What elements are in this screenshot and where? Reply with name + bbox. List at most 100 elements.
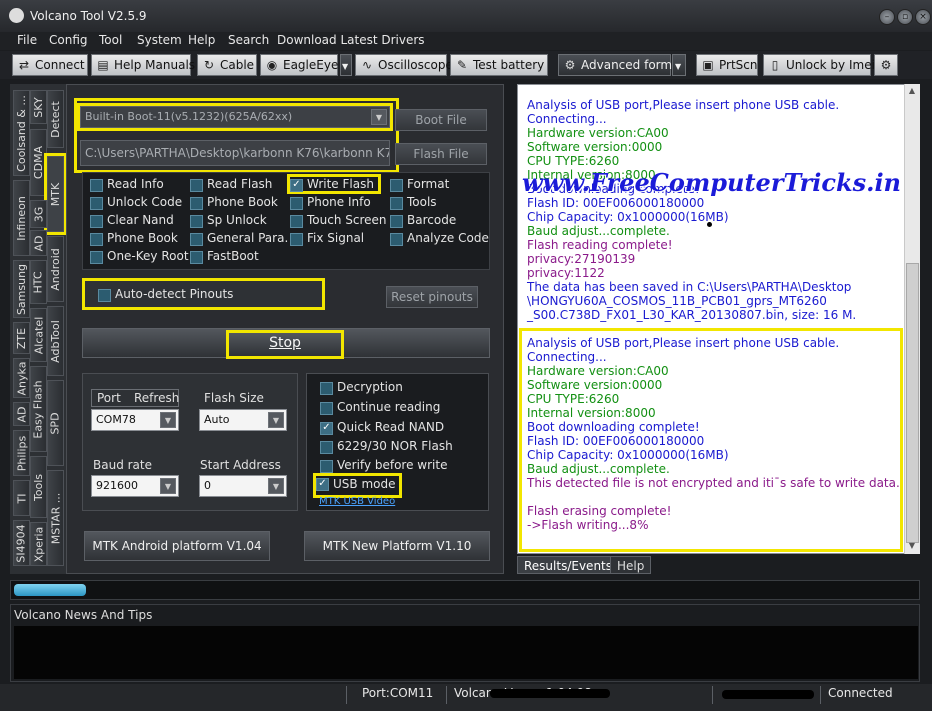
quick-read-nand-checkbox[interactable]: Quick Read NAND	[320, 420, 444, 435]
read-flash-checkbox[interactable]: Read Flash	[190, 177, 272, 192]
tab-easy-flash[interactable]: Easy Flash	[30, 366, 47, 452]
advanced-form-dropdown-button[interactable]: ▼	[672, 54, 686, 76]
port-select[interactable]: COM78 ▼	[91, 409, 179, 431]
tab-ti[interactable]: TI	[13, 480, 30, 516]
log-line: Baud adjust...complete.	[527, 462, 670, 476]
tab-alcatel[interactable]: Alcatel	[30, 308, 47, 362]
barcode-checkbox[interactable]: Barcode	[390, 213, 456, 228]
continue-reading-checkbox[interactable]: Continue reading	[320, 400, 440, 415]
mtk-android-platform-button[interactable]: MTK Android platform V1.04	[84, 531, 270, 561]
phone-book-checkbox[interactable]: Phone Book	[190, 195, 278, 210]
tab-mtk[interactable]: MTK	[44, 153, 67, 235]
advanced-form-button[interactable]: ⚙ Advanced form	[558, 54, 672, 76]
general-para-checkbox[interactable]: General Para.	[190, 231, 288, 246]
tab-detect[interactable]: Detect	[47, 90, 64, 148]
help-manuals-button[interactable]: ▤ Help Manuals	[91, 54, 195, 76]
tab-spd[interactable]: SPD	[47, 380, 64, 466]
menu-help[interactable]: Help	[188, 33, 215, 47]
connect-button[interactable]: ⇄ Connect	[12, 54, 88, 76]
log-line: Chip Capacity: 0x1000000(16MB)	[527, 448, 729, 462]
start-address-label: Start Address	[200, 458, 281, 472]
tab-mstar[interactable]: MSTAR ...	[47, 470, 64, 566]
tab-htc[interactable]: HTC	[30, 260, 47, 304]
tab-philips[interactable]: Philips	[13, 430, 30, 476]
settings-button[interactable]: ⚙	[874, 54, 898, 76]
tab-infineon[interactable]: Infineon	[13, 180, 30, 256]
chevron-down-icon: ▼	[268, 478, 284, 494]
boot-file-button[interactable]: Boot File	[395, 109, 487, 131]
touch-screen-checkbox[interactable]: Touch Screen	[290, 213, 387, 228]
log-line: Analysis of USB port,Please insert phone…	[527, 336, 840, 350]
tab-help[interactable]: Help	[610, 556, 652, 574]
format-checkbox[interactable]: Format	[390, 177, 449, 192]
scroll-up-icon[interactable]: ▲	[905, 86, 919, 98]
flash-file-path-input[interactable]: C:\Users\PARTHA\Desktop\karbonn K76\karb…	[80, 140, 390, 166]
decryption-checkbox[interactable]: Decryption	[320, 380, 403, 395]
tab-si4904[interactable]: SI4904	[13, 520, 30, 566]
fastboot-checkbox[interactable]: FastBoot	[190, 249, 259, 264]
tab-cdma[interactable]: CDMA	[30, 129, 47, 196]
tab-tools[interactable]: Tools	[30, 456, 47, 518]
auto-detect-pinouts-checkbox[interactable]: Auto-detect Pinouts	[98, 287, 233, 302]
usb-mode-checkbox[interactable]: USB mode	[312, 473, 403, 498]
menu-file[interactable]: File	[17, 33, 37, 47]
eagleeye-dropdown-button[interactable]: ▼	[340, 54, 352, 76]
clear-nand-checkbox[interactable]: Clear Nand	[90, 213, 174, 228]
tab-coolsand[interactable]: Coolsand & ...	[13, 90, 30, 176]
test-battery-button[interactable]: ✎ Test battery	[450, 54, 548, 76]
tab-3g[interactable]: 3G	[30, 200, 47, 228]
flash-file-button[interactable]: Flash File	[395, 143, 487, 165]
menu-bar: File Config Tool System Help Search Down…	[0, 32, 932, 50]
unlock-code-checkbox[interactable]: Unlock Code	[90, 195, 182, 210]
baud-rate-select[interactable]: 921600 ▼	[91, 475, 179, 497]
tab-sky[interactable]: SKY	[30, 90, 47, 124]
tab-xperia[interactable]: Xperia	[30, 522, 47, 566]
boot-select[interactable]: Built-in Boot-11(v5.1232)(625A/62xx) ▼	[77, 103, 393, 131]
analyze-code-checkbox[interactable]: Analyze Code	[390, 231, 489, 246]
tools-checkbox[interactable]: Tools	[390, 195, 437, 210]
phone-info-checkbox[interactable]: Phone Info	[290, 195, 371, 210]
refresh-button[interactable]: Refresh	[134, 391, 179, 405]
flash-size-select[interactable]: Auto ▼	[199, 409, 287, 431]
menu-tool[interactable]: Tool	[99, 33, 122, 47]
log-line: Chip Capacity: 0x1000000(16MB)	[527, 210, 729, 224]
tab-ad-2[interactable]: AD	[13, 402, 30, 426]
tab-samsung[interactable]: Samsung	[13, 260, 30, 318]
unlock-by-imei-button[interactable]: ▯ Unlock by Imei	[763, 54, 875, 76]
sp-unlock-checkbox[interactable]: Sp Unlock	[190, 213, 267, 228]
verify-before-write-checkbox[interactable]: Verify before write	[320, 458, 447, 473]
scroll-down-icon[interactable]: ▼	[905, 541, 919, 553]
fix-signal-checkbox[interactable]: Fix Signal	[290, 231, 364, 246]
maximize-button[interactable]: ▫	[897, 9, 913, 25]
nor-flash-checkbox[interactable]: 6229/30 NOR Flash	[320, 439, 453, 454]
menu-system[interactable]: System	[137, 33, 182, 47]
tab-anyka[interactable]: Anyka	[13, 358, 30, 398]
log-line: privacy:1122	[527, 266, 605, 280]
eagleeye-button[interactable]: ◉ EagleEye	[260, 54, 338, 76]
tab-ad[interactable]: AD	[30, 230, 47, 256]
stop-button[interactable]: Stop	[226, 330, 344, 359]
read-info-checkbox[interactable]: Read Info	[90, 177, 164, 192]
cursor-dot	[707, 222, 712, 227]
cable-button[interactable]: ↻ Cable	[197, 54, 257, 76]
mtk-usb-video-link[interactable]: MTK USB Video	[319, 496, 395, 507]
phone-book-2-checkbox[interactable]: Phone Book	[90, 231, 178, 246]
menu-search[interactable]: Search	[228, 33, 269, 47]
menu-config[interactable]: Config	[49, 33, 88, 47]
mtk-new-platform-button[interactable]: MTK New Platform V1.10	[304, 531, 490, 561]
one-key-root-checkbox[interactable]: One-Key Root	[90, 249, 189, 264]
prtscn-button[interactable]: ▣ PrtScn	[696, 54, 758, 76]
close-button[interactable]: ×	[915, 9, 931, 25]
reset-pinouts-button[interactable]: Reset pinouts	[386, 286, 478, 308]
tab-results-events[interactable]: Results/Events	[517, 556, 620, 574]
minimize-button[interactable]: –	[879, 9, 895, 25]
scroll-thumb[interactable]	[906, 263, 919, 543]
start-address-select[interactable]: 0 ▼	[199, 475, 287, 497]
tab-android[interactable]: Android	[47, 236, 64, 302]
log-line: Internal version:8000	[527, 406, 656, 420]
menu-download-drivers[interactable]: Download Latest Drivers	[277, 33, 425, 47]
tab-zte[interactable]: ZTE	[13, 322, 30, 354]
write-flash-checkbox[interactable]: Write Flash	[287, 174, 381, 194]
oscilloscope-button[interactable]: ∿ Oscilloscope	[355, 54, 453, 76]
tab-adbtool[interactable]: AdbTool	[47, 306, 64, 376]
